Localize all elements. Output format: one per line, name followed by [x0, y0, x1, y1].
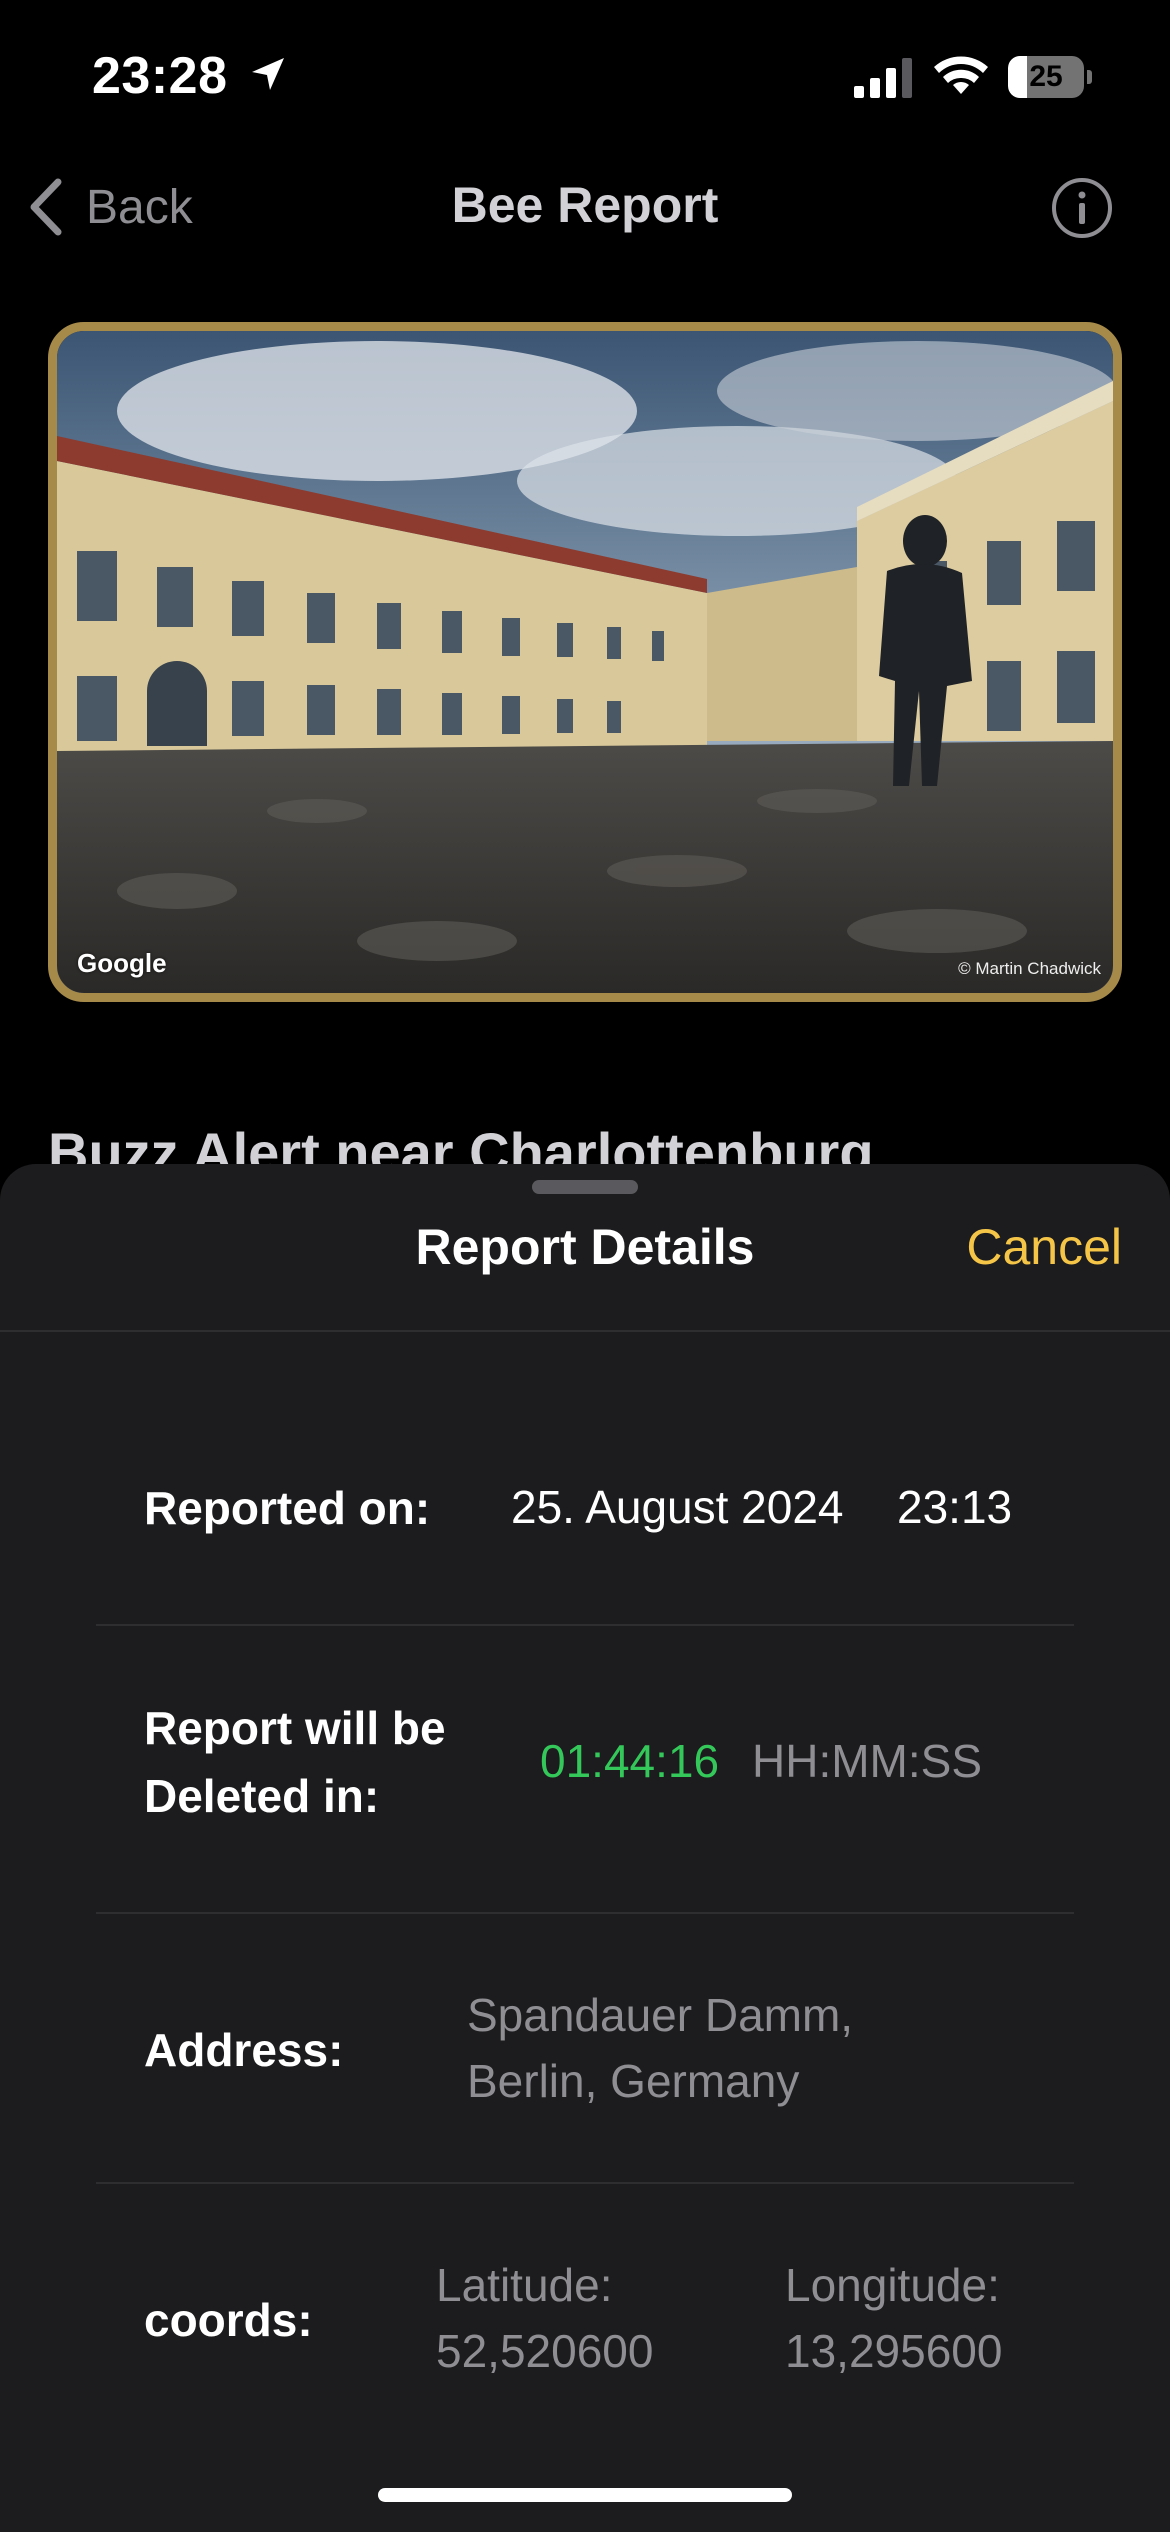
battery-level: 25	[1029, 60, 1063, 93]
wifi-icon	[934, 56, 988, 94]
divider	[96, 1912, 1074, 1914]
report-details-sheet: Report Details Cancel Reported on: 25. A…	[0, 1164, 1170, 2532]
address-line1: Spandauer Damm,	[467, 1989, 854, 2041]
street-view-image[interactable]: Google © Martin Chadwick	[48, 322, 1122, 1002]
address-label: Address:	[144, 2024, 344, 2076]
photo-credit: © Martin Chadwick	[958, 959, 1101, 978]
reported-on-date: 25. August 2024	[511, 1481, 844, 1533]
coords-label: coords:	[144, 2294, 313, 2346]
latitude-value: 52,520600	[436, 2325, 654, 2377]
street-view-photo	[57, 331, 1113, 993]
deletion-label-line2: Deleted in:	[144, 1770, 380, 1822]
cellular-signal-icon	[854, 58, 912, 98]
longitude-value: 13,295600	[785, 2325, 1003, 2377]
reported-on-label: Reported on:	[144, 1482, 431, 1534]
home-indicator[interactable]	[378, 2488, 792, 2502]
divider	[96, 2182, 1074, 2184]
google-logo: Google	[77, 948, 167, 978]
location-arrow-icon	[252, 58, 284, 90]
page-title: Bee Report	[451, 177, 719, 233]
cancel-button[interactable]: Cancel	[966, 1218, 1122, 1276]
countdown-format: HH:MM:SS	[752, 1735, 982, 1787]
divider	[96, 1624, 1074, 1626]
deletion-countdown: 01:44:16	[540, 1735, 720, 1787]
status-time: 23:28	[92, 47, 228, 105]
latitude-label: Latitude:	[436, 2259, 613, 2311]
address-line2: Berlin, Germany	[467, 2055, 800, 2107]
battery-icon: 25	[1008, 56, 1092, 98]
reported-on-time: 23:13	[897, 1481, 1013, 1533]
sheet-header: Report Details Cancel	[0, 1164, 1170, 1332]
sheet-grabber[interactable]	[532, 1180, 638, 1194]
screen: 23:28 25 Back Bee Report Google © Martin…	[0, 0, 1170, 2532]
longitude-label: Longitude:	[785, 2259, 1000, 2311]
deletion-label-line1: Report will be	[144, 1702, 446, 1754]
info-icon[interactable]	[1050, 176, 1114, 240]
